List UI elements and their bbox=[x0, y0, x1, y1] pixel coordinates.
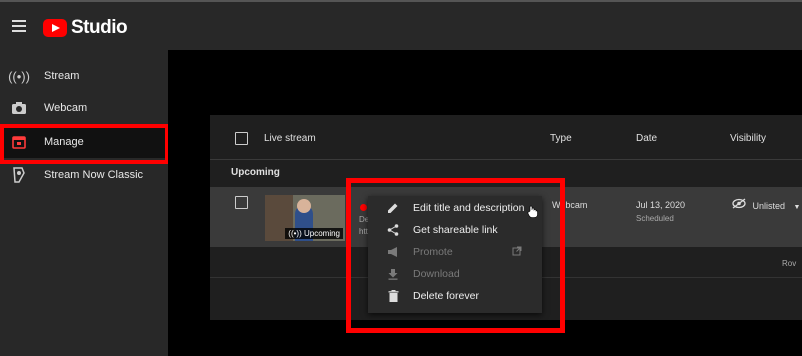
sidebar-item-stream[interactable]: ((•)) Stream bbox=[0, 60, 168, 92]
studio-logo[interactable]: Studio bbox=[43, 17, 128, 39]
hand-cursor-icon bbox=[527, 205, 538, 221]
app-title: Studio bbox=[71, 17, 128, 38]
upcoming-badge-label: Upcoming bbox=[303, 229, 340, 238]
header-live-stream[interactable]: Live stream bbox=[264, 133, 316, 144]
sidebar-item-webcam[interactable]: Webcam bbox=[0, 92, 168, 124]
top-bar: Studio bbox=[0, 0, 802, 50]
section-upcoming: Upcoming bbox=[231, 167, 280, 178]
sidebar-item-label: Stream Now Classic bbox=[44, 169, 144, 181]
camera-icon bbox=[10, 99, 28, 117]
select-all-checkbox[interactable] bbox=[235, 132, 248, 145]
eye-off-icon bbox=[732, 198, 746, 209]
classic-stream-icon bbox=[10, 166, 28, 184]
highlight-box-manage bbox=[0, 124, 169, 164]
stream-date: Jul 13, 2020 bbox=[636, 200, 686, 210]
visibility-label: Unlisted bbox=[752, 201, 786, 211]
studio-window: Studio ((•)) Stream Webcam Manage Stream… bbox=[0, 0, 802, 356]
thumbnail-head bbox=[297, 199, 311, 213]
highlight-box-menu bbox=[346, 178, 565, 333]
sidebar-item-label: Webcam bbox=[44, 102, 88, 114]
header-visibility[interactable]: Visibility bbox=[730, 133, 766, 144]
sidebar: ((•)) Stream Webcam Manage Stream Now Cl… bbox=[0, 50, 168, 356]
header-type[interactable]: Type bbox=[550, 133, 572, 144]
row-checkbox[interactable] bbox=[235, 196, 248, 209]
header-date[interactable]: Date bbox=[636, 133, 657, 144]
sidebar-item-label: Stream bbox=[44, 70, 80, 82]
youtube-play-icon bbox=[43, 19, 67, 37]
chevron-down-icon: ▼ bbox=[793, 204, 801, 211]
hamburger-menu-icon[interactable] bbox=[12, 20, 26, 32]
stream-date-status: Scheduled bbox=[636, 214, 674, 223]
table-header: Live stream Type Date Visibility bbox=[210, 115, 802, 160]
visibility-dropdown[interactable]: Unlisted ▼ bbox=[732, 198, 800, 211]
stream-thumbnail[interactable]: ((•)) Upcoming bbox=[265, 195, 345, 241]
rows-per-page-label: Rov bbox=[782, 259, 797, 268]
upcoming-badge: ((•)) Upcoming bbox=[285, 228, 343, 239]
live-signal-icon: ((•)) bbox=[8, 68, 30, 84]
